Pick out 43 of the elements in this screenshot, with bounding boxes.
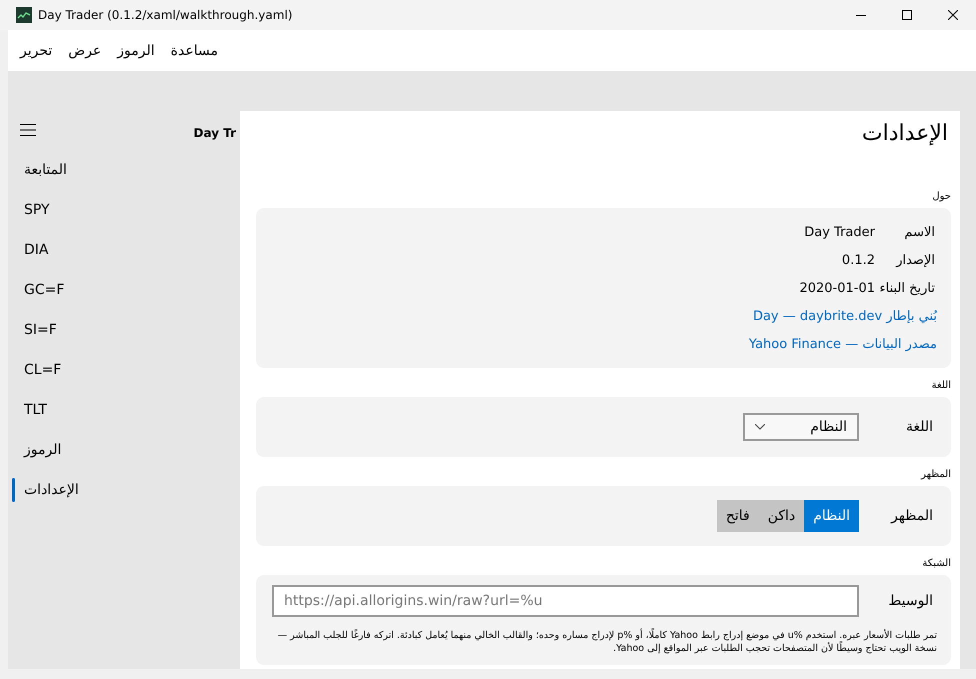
proxy-input-field[interactable]: https://api.allorigins.win/raw?url=%u <box>272 585 859 617</box>
close-icon[interactable] <box>948 10 958 20</box>
link[interactable]: مصدر البيانات — Yahoo Finance <box>748 330 937 358</box>
field-label: الوسيط <box>887 593 933 609</box>
section-header: حول <box>931 191 951 202</box>
nav-item[interactable]: SI=F <box>24 322 57 338</box>
field-label: الاسم <box>903 224 935 240</box>
menu-icon[interactable] <box>20 124 36 136</box>
menu-item[interactable]: الرموز <box>109 42 163 58</box>
nav-item[interactable]: TLT <box>24 402 47 418</box>
field-value: 2020-01-01 <box>799 280 875 296</box>
chevron-down-icon <box>755 424 765 430</box>
nav-item[interactable]: CL=F <box>24 362 62 378</box>
nav-item[interactable]: DIA <box>24 242 48 258</box>
maximize-icon[interactable] <box>902 10 912 20</box>
window-title: Day Trader (0.1.2/xaml/walkthrough.yaml) <box>38 8 294 22</box>
nav-item[interactable]: الإعدادات <box>24 482 79 498</box>
nav-item[interactable]: GC=F <box>24 282 64 298</box>
nav-item[interactable]: الرموز <box>24 442 62 458</box>
help-text: تمر طلبات الأسعار عبره. استخدم %u في موضع إدراج رابط Yahoo كاملًا، أو %p لإدراج مساره وحده؛ والقالب الخالي منهما يُعامل كبادئة. اتركه فارغًا للجلب المباشر — نسخة الويب تحتاج وسيطًا لأن المتصفحات تحجب الطلبات عبر المواقع إلى Yahoo. <box>276 629 937 655</box>
nav-item[interactable]: SPY <box>24 202 50 218</box>
field-value: Day Trader <box>804 224 875 240</box>
field-value: 0.1.2 <box>842 252 875 268</box>
section-header: المظهر <box>920 469 951 480</box>
field-label: الإصدار <box>894 252 935 268</box>
field-label: اللغة <box>904 419 933 435</box>
theme-option[interactable]: داكن <box>758 500 804 532</box>
menu-item[interactable]: عرض <box>60 42 110 58</box>
page-title: الإعدادات <box>862 120 948 148</box>
theme-option[interactable]: فاتح <box>716 500 759 532</box>
language-dropdown[interactable]: النظام <box>743 413 859 441</box>
field-label: تاريخ البناء <box>878 280 935 296</box>
theme-option[interactable]: النظام <box>804 500 859 532</box>
link[interactable]: بُني بإطار Day — daybrite.dev <box>752 302 937 330</box>
app-logo-icon <box>16 7 32 23</box>
app-name: Day Tr <box>194 126 236 140</box>
menu-item[interactable]: تحرير <box>12 42 60 58</box>
section-header: اللغة <box>930 380 951 391</box>
field-label: المظهر <box>890 508 933 524</box>
nav-item[interactable]: المتابعة <box>24 162 67 178</box>
section-header: الشبكة <box>921 558 951 569</box>
menu-item[interactable]: مساعدة <box>162 42 226 58</box>
minimize-icon[interactable] <box>856 14 866 16</box>
